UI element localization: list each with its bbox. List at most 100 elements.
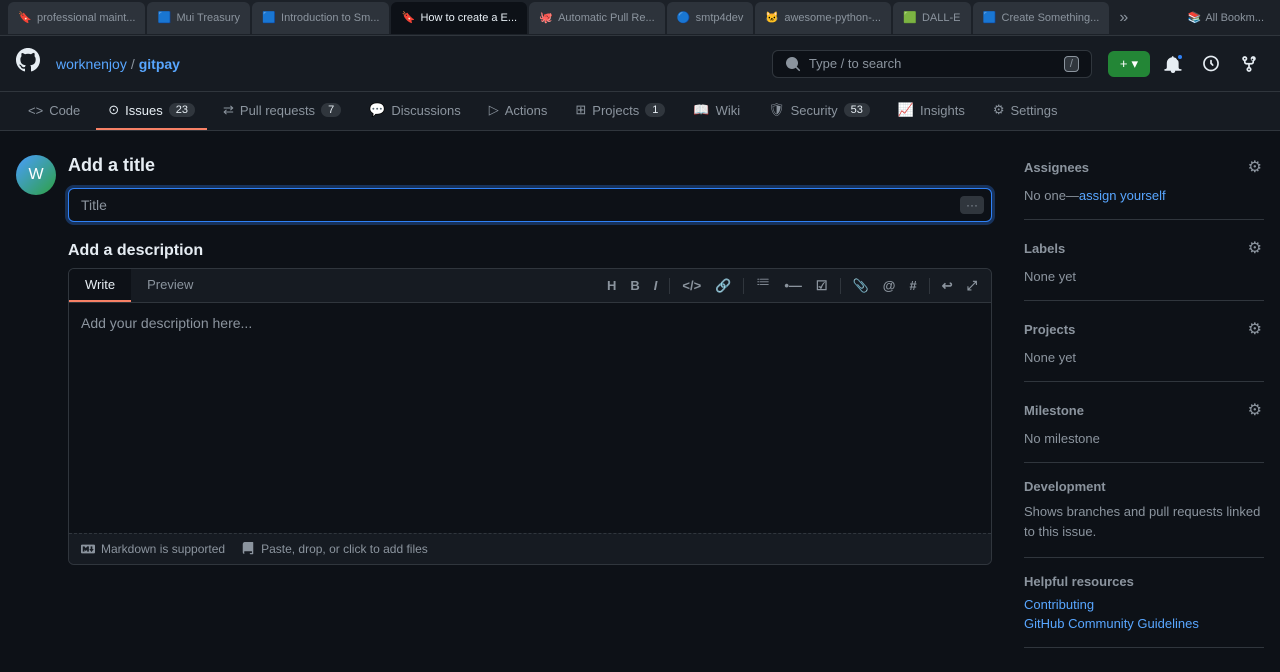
nav-security[interactable]: 🛡 Security 53 <box>756 92 882 130</box>
create-new-button[interactable]: + ▾ <box>1108 51 1150 77</box>
assignees-section: Assignees ⚙ No one—assign yourself <box>1024 155 1264 220</box>
tab-professional[interactable]: 🔖 professional maint... <box>8 2 145 34</box>
tab-label-professional: professional maint... <box>37 12 135 24</box>
more-tabs-button[interactable]: » <box>1111 5 1136 31</box>
nav-projects[interactable]: ⊞ Projects 1 <box>563 92 677 130</box>
security-icon: 🛡 <box>768 102 785 118</box>
milestone-gear-button[interactable]: ⚙ <box>1246 398 1264 422</box>
tab-dalle[interactable]: 🟩 DALL-E <box>893 2 971 34</box>
link-button[interactable]: 🔗 <box>709 274 737 298</box>
file-upload-label[interactable]: Paste, drop, or click to add files <box>241 542 428 556</box>
issue-title-input[interactable] <box>68 188 992 222</box>
projects-section: Projects ⚙ None yet <box>1024 301 1264 382</box>
title-options-button[interactable]: ··· <box>960 196 984 214</box>
search-bar[interactable]: Type / to search / <box>772 50 1092 78</box>
community-guidelines-link[interactable]: GitHub Community Guidelines <box>1024 616 1264 631</box>
tab-treasury[interactable]: 🟦 Mui Treasury <box>147 2 250 34</box>
milestone-header: Milestone ⚙ <box>1024 398 1264 422</box>
markdown-support-label: Markdown is supported <box>81 542 225 556</box>
description-textarea-area[interactable]: Add your description here... <box>69 303 991 533</box>
projects-icon: ⊞ <box>575 102 586 118</box>
bookmarks-button[interactable]: 📚 All Bookm... <box>1180 11 1272 24</box>
nav-insights[interactable]: 📈 Insights <box>886 92 977 130</box>
breadcrumb-separator: / <box>131 56 135 72</box>
toolbar-separator-2 <box>743 278 744 294</box>
tab-icon-professional: 🔖 <box>18 11 32 25</box>
fullscreen-button[interactable]: ⤢ <box>961 274 983 298</box>
code-icon: <> <box>28 103 43 118</box>
github-logo[interactable] <box>16 48 40 79</box>
description-editor: Write Preview H B I </> 🔗 <box>68 268 992 565</box>
tab-label-create: Create Something... <box>1002 12 1100 24</box>
toolbar-separator-1 <box>669 278 670 294</box>
github-repo-name[interactable]: gitpay <box>139 56 180 72</box>
helpful-resources-title: Helpful resources <box>1024 574 1264 589</box>
assign-yourself-link[interactable]: assign yourself <box>1079 188 1166 203</box>
tab-introduction[interactable]: 🟦 Introduction to Sm... <box>252 2 389 34</box>
github-username[interactable]: worknenjoy <box>56 56 127 72</box>
tab-awesomepy[interactable]: 🐱 awesome-python-... <box>755 2 891 34</box>
task-list-button[interactable]: ☑ <box>810 274 834 298</box>
development-section: Development Shows branches and pull requ… <box>1024 463 1264 558</box>
tab-label-introduction: Introduction to Sm... <box>281 12 379 24</box>
labels-gear-button[interactable]: ⚙ <box>1246 236 1264 260</box>
title-section-heading: Add a title <box>68 155 992 176</box>
preview-tab[interactable]: Preview <box>131 269 209 302</box>
nav-actions[interactable]: ▷ Actions <box>477 92 560 130</box>
search-placeholder: Type / to search <box>809 56 902 71</box>
nav-settings[interactable]: ⚙ Settings <box>981 92 1070 130</box>
tab-autopull[interactable]: 🐙 Automatic Pull Re... <box>529 2 665 34</box>
nav-code[interactable]: <> Code <box>16 93 92 130</box>
tab-icon-smtp4dev: 🔵 <box>677 11 691 25</box>
reference-button[interactable]: # <box>903 274 922 297</box>
tab-icon-dalle: 🟩 <box>903 11 917 25</box>
tab-icon-treasury: 🟦 <box>157 11 171 25</box>
assignees-gear-button[interactable]: ⚙ <box>1246 155 1264 179</box>
attachment-button[interactable]: 📎 <box>847 274 875 298</box>
toolbar-separator-4 <box>929 278 930 294</box>
tab-howto[interactable]: 🔖 How to create a E... <box>391 2 527 34</box>
nav-discussions[interactable]: 💬 Discussions <box>357 92 473 130</box>
nav-wiki[interactable]: 📖 Wiki <box>681 92 752 130</box>
nav-pull-requests[interactable]: ⇄ Pull requests 7 <box>211 92 353 130</box>
nav-issues[interactable]: ⊙ Issues 23 <box>96 92 207 130</box>
unordered-list-button[interactable]: •— <box>778 274 808 297</box>
assignees-header: Assignees ⚙ <box>1024 155 1264 179</box>
search-keyboard-shortcut: / <box>1064 56 1079 72</box>
wiki-icon: 📖 <box>693 102 709 118</box>
actions-icon: ▷ <box>489 102 499 118</box>
ordered-list-button[interactable] <box>750 273 776 298</box>
projects-gear-button[interactable]: ⚙ <box>1246 317 1264 341</box>
discussions-icon: 💬 <box>369 102 385 118</box>
undo-button[interactable]: ↩ <box>936 274 959 298</box>
labels-header: Labels ⚙ <box>1024 236 1264 260</box>
tab-label-howto: How to create a E... <box>420 12 517 24</box>
mention-button[interactable]: @ <box>877 274 902 297</box>
italic-button[interactable]: I <box>648 274 664 297</box>
assignees-value: No one—assign yourself <box>1024 187 1264 203</box>
labels-title: Labels <box>1024 241 1065 256</box>
code-button[interactable]: </> <box>676 274 707 297</box>
heading-button[interactable]: H <box>601 274 622 297</box>
fork-button[interactable] <box>1234 49 1264 79</box>
projects-title: Projects <box>1024 322 1075 337</box>
insights-icon: 📈 <box>898 102 914 118</box>
write-tab[interactable]: Write <box>69 269 131 302</box>
issues-icon: ⊙ <box>108 102 119 118</box>
timer-button[interactable] <box>1196 49 1226 79</box>
helpful-links: Contributing GitHub Community Guidelines <box>1024 597 1264 631</box>
avatar: W <box>16 155 56 195</box>
tab-label-autopull: Automatic Pull Re... <box>558 12 655 24</box>
development-text: Shows branches and pull requests linked … <box>1024 502 1264 541</box>
tab-smtp4dev[interactable]: 🔵 smtp4dev <box>667 2 754 34</box>
notifications-button[interactable] <box>1158 49 1188 79</box>
repo-breadcrumb: worknenjoy / gitpay <box>56 56 180 72</box>
description-placeholder: Add your description here... <box>81 315 252 331</box>
contributing-link[interactable]: Contributing <box>1024 597 1264 612</box>
bold-button[interactable]: B <box>624 274 645 297</box>
projects-value: None yet <box>1024 350 1076 365</box>
tab-label-dalle: DALL-E <box>922 12 961 24</box>
editor-footer: Markdown is supported Paste, drop, or cl… <box>69 533 991 564</box>
tab-create[interactable]: 🟦 Create Something... <box>973 2 1110 34</box>
development-header: Development <box>1024 479 1264 494</box>
